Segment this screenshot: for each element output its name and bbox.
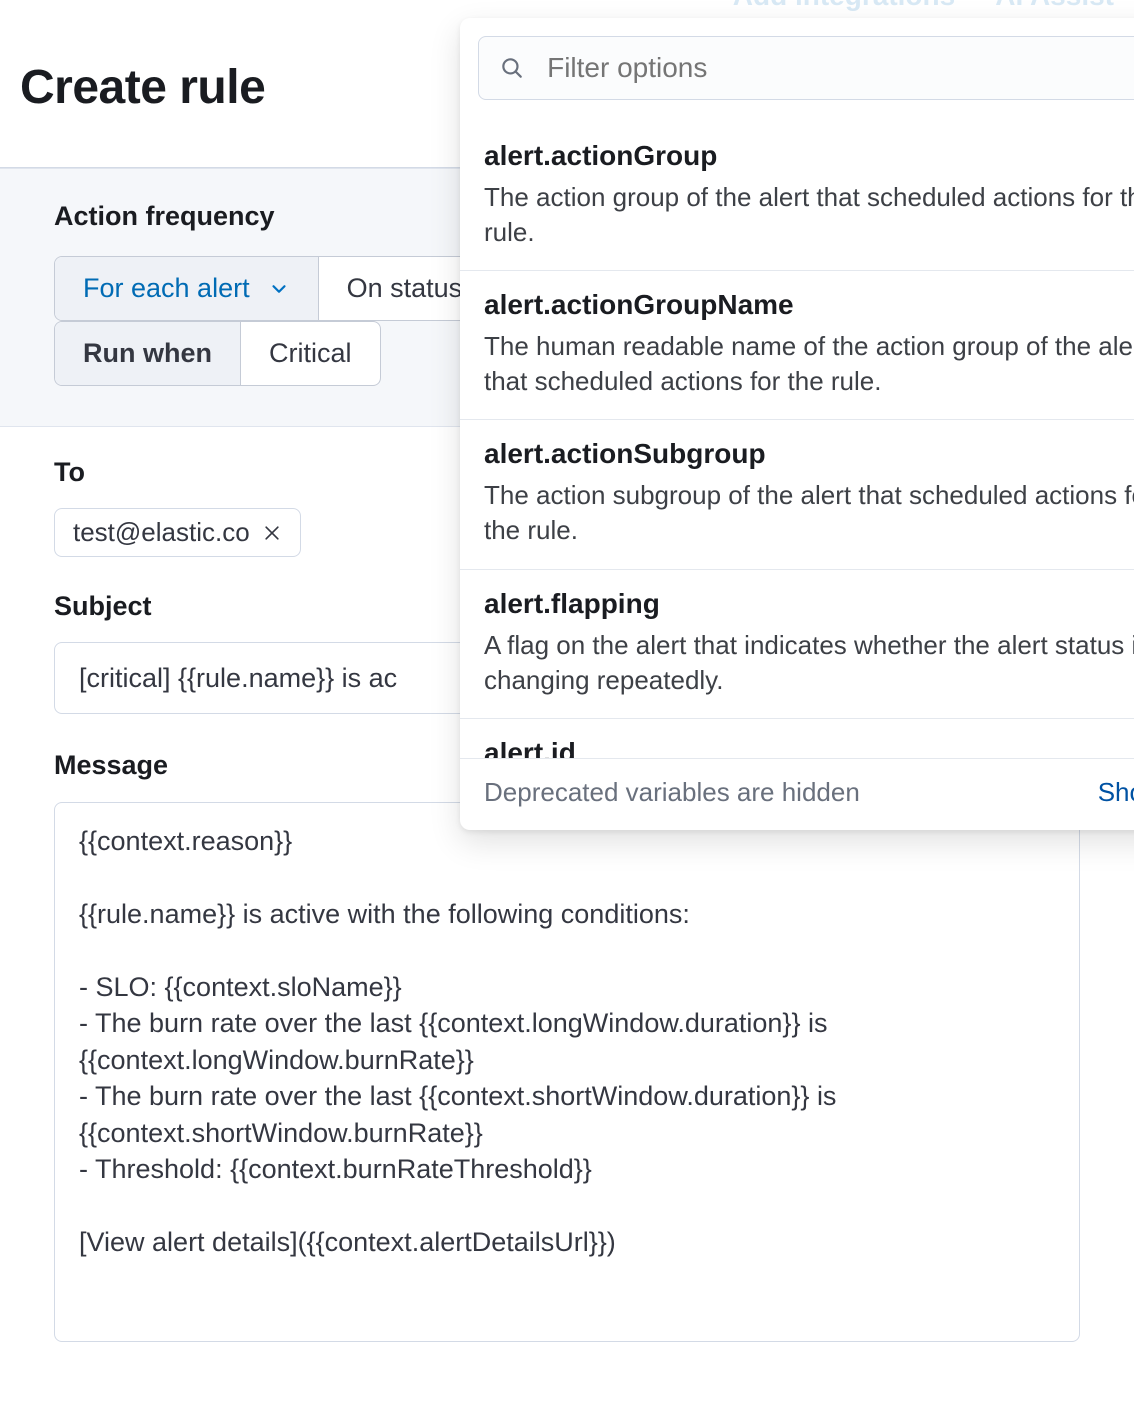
variable-picker-popover: alert.actionGroup The action group of th…: [460, 18, 1134, 830]
run-when-selector[interactable]: Run when Critical: [54, 321, 381, 386]
variable-picker-footer: Deprecated variables are hidden Show all: [460, 758, 1134, 830]
frequency-mode-next-label: On status: [347, 273, 463, 304]
variable-option[interactable]: alert.actionSubgroup The action subgroup…: [460, 420, 1134, 569]
link-add-integrations[interactable]: Add integrations: [733, 0, 955, 12]
link-ai-assist[interactable]: AI Assist: [995, 0, 1114, 12]
variable-key: alert.id: [484, 737, 1134, 758]
variable-desc: The action subgroup of the alert that sc…: [484, 478, 1134, 548]
run-when-value-label: Critical: [269, 338, 352, 369]
variable-option[interactable]: alert.actionGroupName The human readable…: [460, 271, 1134, 420]
variable-key: alert.actionGroup: [484, 140, 1134, 172]
recipient-email: test@elastic.co: [73, 517, 250, 548]
variable-options-list[interactable]: alert.actionGroup The action group of th…: [460, 118, 1134, 758]
run-when-label: Run when: [83, 338, 212, 369]
top-header: Add integrations AI Assist: [0, 0, 1134, 20]
variable-option[interactable]: alert.flapping A flag on the alert that …: [460, 570, 1134, 719]
filter-options-field[interactable]: [478, 36, 1134, 100]
variable-option[interactable]: alert.actionGroup The action group of th…: [460, 122, 1134, 271]
message-input[interactable]: [54, 802, 1080, 1342]
search-icon: [499, 54, 525, 82]
variable-key: alert.actionGroupName: [484, 289, 1134, 321]
chevron-down-icon: [268, 278, 290, 300]
variable-desc: A flag on the alert that indicates wheth…: [484, 628, 1134, 698]
deprecated-note: Deprecated variables are hidden: [484, 777, 860, 808]
frequency-mode-selected[interactable]: For each alert: [55, 257, 319, 320]
variable-key: alert.flapping: [484, 588, 1134, 620]
variable-desc: The human readable name of the action gr…: [484, 329, 1134, 399]
variable-desc: The action group of the alert that sched…: [484, 180, 1134, 250]
frequency-mode-selected-label: For each alert: [83, 273, 250, 304]
recipient-pill[interactable]: test@elastic.co: [54, 508, 301, 557]
run-when-value[interactable]: Critical: [241, 322, 380, 385]
variable-key: alert.actionSubgroup: [484, 438, 1134, 470]
message-label: Message: [54, 750, 168, 781]
run-when-head: Run when: [55, 322, 241, 385]
show-all-link[interactable]: Show all: [1098, 777, 1134, 808]
message-field: Message: [54, 748, 1080, 1347]
variable-option[interactable]: alert.id: [460, 719, 1134, 758]
remove-recipient-icon[interactable]: [262, 523, 282, 543]
filter-options-input[interactable]: [545, 51, 1134, 85]
frequency-mode-selector[interactable]: For each alert On status: [54, 256, 491, 321]
